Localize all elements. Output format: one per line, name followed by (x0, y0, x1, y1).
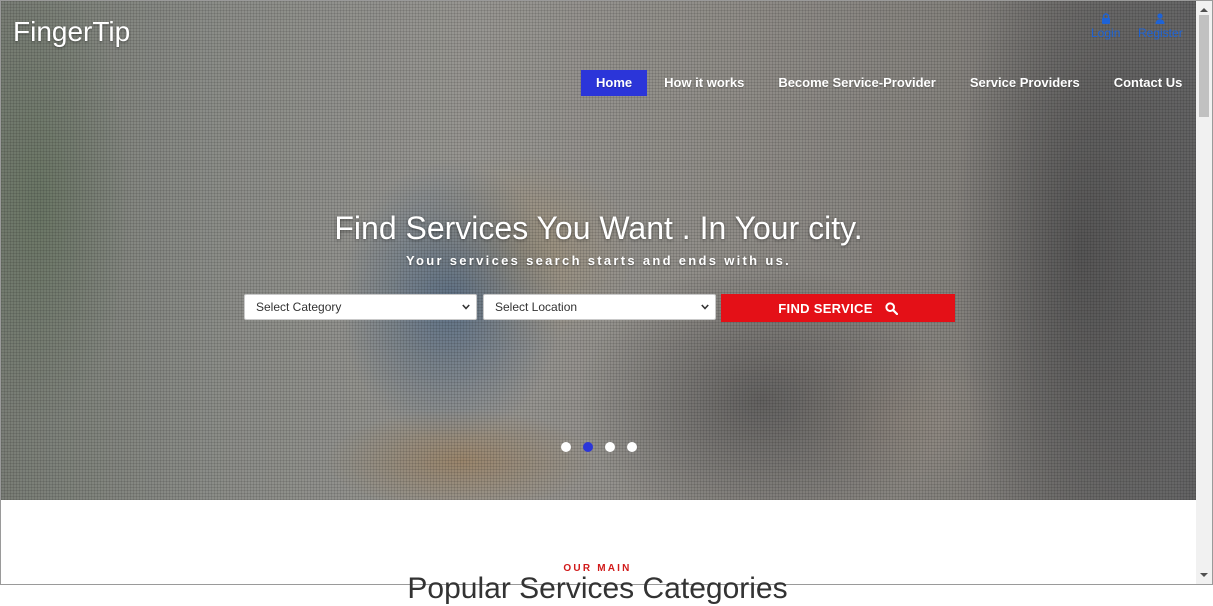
nav-become-service-provider[interactable]: Become Service-Provider (778, 70, 936, 96)
find-service-button[interactable]: FIND SERVICE (721, 294, 955, 322)
page-scrollbar[interactable] (1196, 1, 1212, 584)
nav-home[interactable]: Home (581, 70, 648, 96)
carousel-dot-2[interactable] (583, 442, 593, 452)
carousel-dot-3[interactable] (605, 442, 615, 452)
register-link[interactable]: Register (1138, 13, 1183, 40)
nav-how-it-works[interactable]: How it works (664, 70, 744, 96)
login-label: Login (1091, 26, 1121, 40)
search-icon (885, 301, 898, 315)
category-select[interactable]: Select Category (244, 294, 477, 320)
carousel-dot-1[interactable] (561, 442, 571, 452)
nav-contact-us[interactable]: Contact Us (1114, 70, 1183, 96)
find-service-label: FIND SERVICE (778, 300, 873, 316)
user-icon (1155, 13, 1165, 24)
login-link[interactable]: Login (1091, 13, 1120, 40)
hero-banner: FingerTip Login Register Home How it wor… (1, 1, 1196, 500)
carousel-indicators (561, 442, 649, 452)
section-title: Popular Services Categories (407, 572, 788, 605)
scroll-down-arrow-icon[interactable] (1196, 568, 1212, 582)
scroll-thumb[interactable] (1199, 15, 1209, 117)
hero-headline: Find Services You Want . In Your city. (334, 210, 863, 246)
location-select-value: Select Location (495, 300, 578, 314)
chevron-down-icon (701, 304, 709, 310)
main-nav: Home How it works Become Service-Provide… (581, 70, 1182, 96)
carousel-dot-4[interactable] (627, 442, 637, 452)
hero-subline: Your services search starts and ends wit… (405, 253, 792, 268)
chevron-down-icon (462, 304, 470, 310)
register-label: Register (1138, 26, 1183, 40)
nav-service-providers[interactable]: Service Providers (970, 70, 1080, 96)
lock-icon (1101, 13, 1110, 24)
location-select[interactable]: Select Location (483, 294, 716, 320)
site-logo[interactable]: FingerTip (13, 16, 130, 48)
category-select-value: Select Category (256, 300, 342, 314)
